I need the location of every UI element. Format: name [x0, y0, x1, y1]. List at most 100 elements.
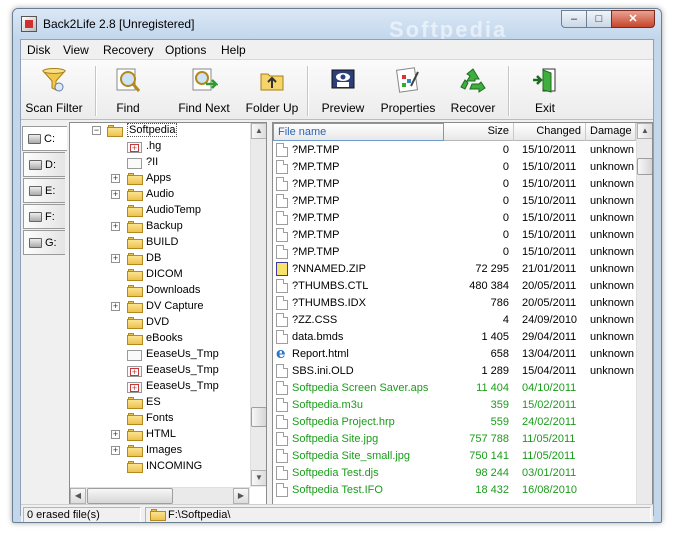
tree-item[interactable]: + Apps [70, 171, 250, 187]
title-bar[interactable]: Back2Life 2.8 [Unregistered] Softpedia –… [13, 9, 661, 42]
tree-item[interactable]: + Audio [70, 187, 250, 203]
file-row[interactable]: ?MP.TMP 0 15/10/2011 unknown [273, 244, 636, 261]
tree-root[interactable]: − Softpedia [70, 123, 250, 139]
file-list-vertical-scrollbar[interactable]: ▲ [636, 123, 652, 505]
file-size: 480 384 [469, 280, 509, 292]
tree-item[interactable]: INCOMING [70, 459, 250, 475]
drive-tab-d[interactable]: D: [23, 152, 65, 177]
file-row[interactable]: data.bmds 1 405 29/04/2011 unknown [273, 329, 636, 346]
file-row[interactable]: SBS.ini.OLD 1 289 15/04/2011 unknown [273, 363, 636, 380]
file-row[interactable]: Softpedia Site_small.jpg 750 141 11/05/201… [273, 448, 636, 465]
recover-button[interactable]: Recover [447, 60, 499, 120]
folder-icon [127, 189, 143, 201]
collapse-icon[interactable]: − [92, 126, 101, 135]
file-list-scroll-thumb[interactable] [637, 158, 652, 175]
expand-icon[interactable]: + [111, 222, 120, 231]
scan-filter-button[interactable]: Scan Filter [23, 60, 85, 120]
file-row[interactable]: ?ZZ.CSS 4 24/09/2010 unknown [273, 312, 636, 329]
file-row[interactable]: Report.html 658 13/04/2011 unknown [273, 344, 636, 363]
file-row[interactable]: ?MP.TMP 0 15/10/2011 unknown [273, 193, 636, 210]
file-icon [276, 466, 288, 480]
menu-help[interactable]: Help [221, 43, 246, 57]
tree-item[interactable]: Downloads [70, 283, 250, 299]
expand-icon[interactable]: + [111, 190, 120, 199]
scroll-up-icon[interactable]: ▲ [251, 123, 266, 139]
exit-button[interactable]: Exit [523, 60, 567, 120]
file-list[interactable]: File name Size Changed Damage ?MP.TMP 0 15… [272, 122, 653, 506]
drive-tab-c[interactable]: C: [22, 126, 67, 151]
properties-button[interactable]: Properties [377, 60, 439, 120]
drive-tab-f[interactable]: F: [23, 204, 65, 229]
tree-item[interactable]: + EeaseUs_Tmp [70, 379, 250, 395]
tree-item-label: .hg [146, 140, 162, 152]
tree-item[interactable]: AudioTemp [70, 203, 250, 219]
find-next-button[interactable]: Find Next [171, 60, 237, 120]
tree-hscroll-thumb[interactable] [87, 488, 173, 504]
maximize-button[interactable]: □ [586, 10, 612, 28]
tree-item[interactable]: EeaseUs_Tmp [70, 347, 250, 363]
expand-icon[interactable]: + [111, 174, 120, 183]
menu-options[interactable]: Options [165, 43, 206, 57]
folder-up-button[interactable]: Folder Up [241, 60, 303, 120]
file-row[interactable]: ?MP.TMP 0 15/10/2011 unknown [273, 142, 636, 159]
column-header-file-name[interactable]: File name [273, 123, 444, 141]
file-row[interactable]: ?THUMBS.CTL 480 384 20/05/2011 unknown [273, 278, 636, 295]
tree-scroll-thumb[interactable] [251, 407, 266, 427]
drive-tab-g[interactable]: G: [23, 230, 65, 255]
tree-item[interactable]: ES [70, 395, 250, 411]
tree-item[interactable]: DICOM [70, 267, 250, 283]
tree-item[interactable]: DVD [70, 315, 250, 331]
tree-item[interactable]: ?II [70, 155, 250, 171]
file-row[interactable]: ?MP.TMP 0 15/10/2011 unknown [273, 176, 636, 193]
file-row[interactable]: Softpedia.m3u 359 15/02/2011 [273, 397, 636, 414]
tree-item[interactable]: BUILD [70, 235, 250, 251]
file-row[interactable]: ?MP.TMP 0 15/10/2011 unknown [273, 159, 636, 176]
recover-label: Recover [450, 101, 496, 115]
menu-view[interactable]: View [63, 43, 89, 57]
file-row[interactable]: ?MP.TMP 0 15/10/2011 unknown [273, 210, 636, 227]
find-button[interactable]: Find [107, 60, 149, 120]
expand-icon[interactable]: + [111, 254, 120, 263]
file-row[interactable]: Softpedia Site.jpg 757 788 11/05/2011 [273, 431, 636, 448]
file-size: 757 788 [469, 433, 509, 445]
file-row[interactable]: Softpedia Project.hrp 559 24/02/2011 [273, 414, 636, 431]
app-icon[interactable] [21, 16, 37, 32]
folder-tree[interactable]: − Softpedia + .hg ?II + Apps + Audio AudioTemp +… [69, 122, 267, 506]
file-row[interactable]: ?MP.TMP 0 15/10/2011 unknown [273, 227, 636, 244]
column-header-changed[interactable]: Changed [514, 123, 586, 141]
tree-item[interactable]: + Images [70, 443, 250, 459]
tree-item[interactable]: Fonts [70, 411, 250, 427]
drive-tab-e[interactable]: E: [23, 178, 65, 203]
tree-item[interactable]: + Backup [70, 219, 250, 235]
tree-item[interactable]: + EeaseUs_Tmp [70, 363, 250, 379]
scroll-left-icon[interactable]: ◀ [70, 488, 86, 504]
scroll-up-icon[interactable]: ▲ [637, 123, 652, 139]
file-row[interactable]: Softpedia Screen Saver.aps 11 404 04/10/20… [273, 380, 636, 397]
scroll-down-icon[interactable]: ▼ [251, 470, 266, 486]
file-size: 72 295 [475, 263, 509, 275]
menu-recovery[interactable]: Recovery [103, 43, 154, 57]
expand-icon[interactable]: + [111, 430, 120, 439]
menu-disk[interactable]: Disk [27, 43, 50, 57]
expand-icon[interactable]: + [111, 302, 120, 311]
tree-item[interactable]: eBooks [70, 331, 250, 347]
close-button[interactable]: ✕ [611, 10, 655, 28]
column-header-damage[interactable]: Damage [586, 123, 636, 141]
expand-icon[interactable]: + [111, 446, 120, 455]
file-row[interactable]: ?THUMBS.IDX 786 20/05/2011 unknown [273, 295, 636, 312]
tree-item[interactable]: + HTML [70, 427, 250, 443]
tree-item-label: EeaseUs_Tmp [146, 364, 219, 376]
file-row[interactable]: Softpedia Test.IFO 18 432 16/08/2010 [273, 482, 636, 499]
preview-button[interactable]: Preview [319, 60, 367, 120]
tree-vertical-scrollbar[interactable]: ▲ ▼ [250, 123, 266, 487]
tree-item[interactable]: + DV Capture [70, 299, 250, 315]
column-header-size[interactable]: Size [444, 123, 514, 141]
tree-item[interactable]: + DB [70, 251, 250, 267]
file-row[interactable]: ?NNAMED.ZIP 72 295 21/01/2011 unknown [273, 261, 636, 278]
tree-horizontal-scrollbar[interactable]: ◀ ▶ [70, 487, 250, 504]
minimize-button[interactable]: – [561, 10, 587, 28]
file-row[interactable]: Softpedia Test.djs 98 244 03/01/2011 [273, 465, 636, 482]
scroll-right-icon[interactable]: ▶ [233, 488, 249, 504]
tree-item[interactable]: + .hg [70, 139, 250, 155]
file-size: 0 [502, 195, 509, 207]
